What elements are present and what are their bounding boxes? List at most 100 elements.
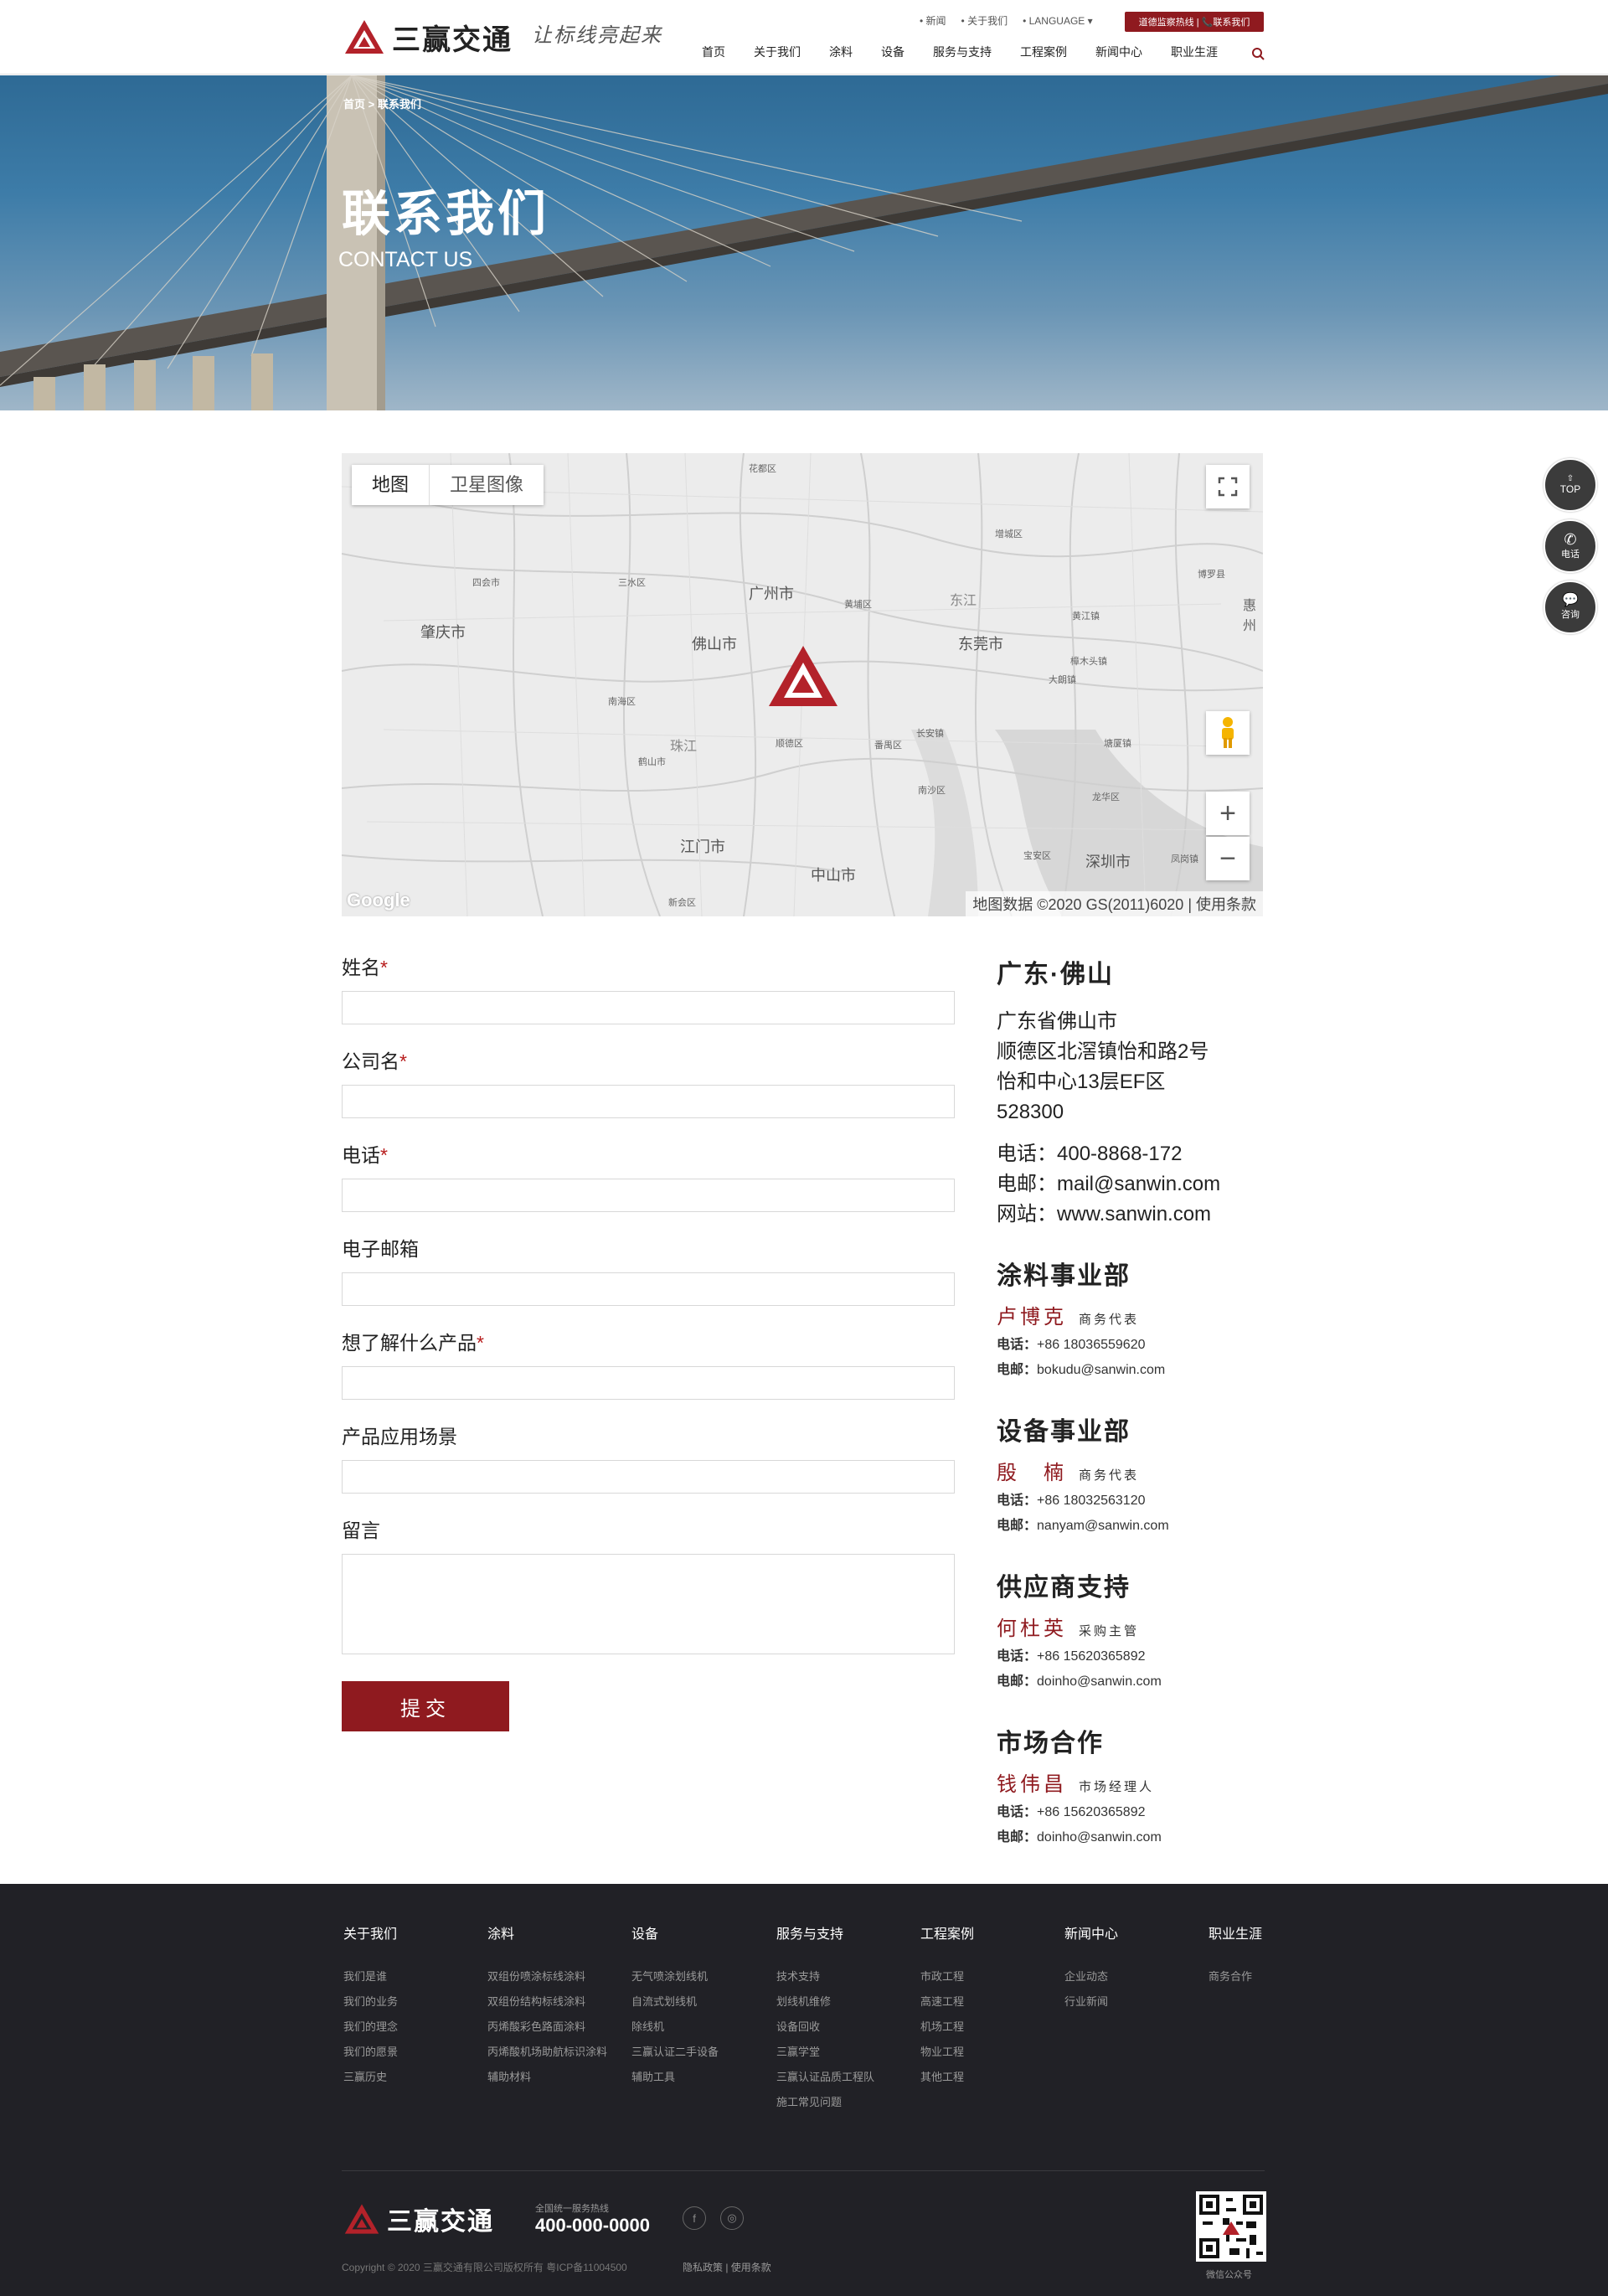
fullscreen-button[interactable]: [1206, 465, 1250, 508]
footer-link[interactable]: 高速工程: [920, 1989, 974, 2015]
instagram-icon[interactable]: ◎: [720, 2206, 744, 2230]
side-consult-button[interactable]: 💬 咨询: [1544, 580, 1597, 634]
location-map[interactable]: 广州市 佛山市 东莞市 肇庆市 江门市 中山市 深圳市 花都区 增城区 博罗县 …: [342, 453, 1263, 916]
contact-email[interactable]: doinho@sanwin.com: [1037, 1674, 1162, 1689]
tab-map[interactable]: 地图: [352, 465, 429, 505]
nav-home[interactable]: 首页: [702, 44, 725, 60]
nav-coatings[interactable]: 涂料: [829, 44, 853, 60]
map-attribution[interactable]: 地图数据 ©2020 GS(2011)6020 | 使用条款: [966, 891, 1263, 916]
contact-role: 采购主管: [1079, 1624, 1140, 1638]
footer-link[interactable]: 三赢学堂: [776, 2040, 874, 2065]
footer-link[interactable]: 我们的业务: [343, 1989, 398, 2015]
footer-link[interactable]: 设备回收: [776, 2015, 874, 2040]
privacy-links[interactable]: 隐私政策 | 使用条款: [683, 2260, 771, 2274]
footer-link[interactable]: 三赢认证品质工程队: [776, 2065, 874, 2090]
contact-phone[interactable]: +86 18036559620: [1037, 1338, 1145, 1352]
footer-link[interactable]: 技术支持: [776, 1964, 874, 1989]
footer-column-title[interactable]: 关于我们: [343, 1922, 398, 1943]
footer-link[interactable]: 丙烯酸机场助航标识涂料: [487, 2040, 607, 2065]
footer-link[interactable]: 施工常见问题: [776, 2090, 874, 2115]
footer-column-title[interactable]: 设备: [631, 1922, 719, 1943]
contact-phone[interactable]: +86 18032563120: [1037, 1494, 1145, 1508]
footer-column: 新闻中心 企业动态 行业新闻: [1064, 1922, 1118, 2015]
product-field[interactable]: [342, 1366, 955, 1400]
footer-link[interactable]: 丙烯酸彩色路面涂料: [487, 2015, 607, 2040]
footer-column-title[interactable]: 涂料: [487, 1922, 607, 1943]
facebook-icon[interactable]: f: [683, 2206, 706, 2230]
footer-link[interactable]: 企业动态: [1064, 1964, 1118, 1989]
footer-link[interactable]: 我们是谁: [343, 1964, 398, 1989]
footer-link[interactable]: 机场工程: [920, 2015, 974, 2040]
footer-link[interactable]: 自流式划线机: [631, 1989, 719, 2015]
nav-service[interactable]: 服务与支持: [933, 44, 992, 60]
top-link-about[interactable]: • 关于我们: [961, 13, 1008, 28]
footer-link[interactable]: 三赢历史: [343, 2065, 398, 2090]
nav-cases[interactable]: 工程案例: [1020, 44, 1067, 60]
footer-link[interactable]: 市政工程: [920, 1964, 974, 1989]
footer-link[interactable]: 划线机维修: [776, 1989, 874, 2015]
tab-satellite[interactable]: 卫星图像: [429, 465, 544, 505]
footer-link[interactable]: 辅助工具: [631, 2065, 719, 2090]
nav-equipment[interactable]: 设备: [881, 44, 904, 60]
nav-career[interactable]: 职业生涯: [1171, 44, 1218, 60]
back-to-top-button[interactable]: ⇧ TOP: [1544, 458, 1597, 512]
street-view-button[interactable]: [1206, 711, 1250, 755]
map-label-small: 宝安区: [1023, 851, 1051, 861]
footer-column-title[interactable]: 职业生涯: [1209, 1922, 1262, 1943]
footer-link[interactable]: 我们的愿景: [343, 2040, 398, 2065]
map-label-small: 黄江镇: [1072, 611, 1100, 622]
zoom-out-button[interactable]: −: [1206, 837, 1250, 880]
contact-role: 市场经理人: [1079, 1780, 1155, 1794]
contact-email[interactable]: nanyam@sanwin.com: [1037, 1519, 1169, 1533]
fullscreen-icon: [1218, 477, 1238, 497]
top-link-news[interactable]: • 新闻: [920, 13, 946, 28]
hotline-contact-button[interactable]: 道德监察热线 | 📞联系我们: [1125, 12, 1264, 32]
side-phone-button[interactable]: ✆ 电话: [1544, 519, 1597, 573]
footer-link[interactable]: 双组份喷涂标线涂料: [487, 1964, 607, 1989]
footer-link[interactable]: 行业新闻: [1064, 1989, 1118, 2015]
phone-field[interactable]: [342, 1179, 955, 1212]
footer-link[interactable]: 其他工程: [920, 2065, 974, 2090]
contact-person: 殷 楠: [997, 1462, 1067, 1484]
footer-column-title[interactable]: 新闻中心: [1064, 1922, 1118, 1943]
submit-button[interactable]: 提交: [342, 1681, 509, 1731]
nav-about[interactable]: 关于我们: [754, 44, 801, 60]
form-label-company: 公司名*: [342, 1050, 407, 1072]
footer-hotline-number[interactable]: 400-000-0000: [535, 2215, 650, 2237]
location-marker-icon[interactable]: [767, 644, 839, 709]
footer-link[interactable]: 三赢认证二手设备: [631, 2040, 719, 2065]
message-textarea[interactable]: [342, 1554, 955, 1654]
footer-column-title[interactable]: 工程案例: [920, 1922, 974, 1943]
company-field[interactable]: [342, 1085, 955, 1118]
main-website[interactable]: 网站：www.sanwin.com: [997, 1200, 1220, 1230]
breadcrumb[interactable]: 首页 > 联系我们: [343, 95, 421, 111]
footer-link[interactable]: 双组份结构标线涂料: [487, 1989, 607, 2015]
nav-news[interactable]: 新闻中心: [1095, 44, 1142, 60]
footer-link[interactable]: 我们的理念: [343, 2015, 398, 2040]
map-label-small: 樟木头镇: [1070, 657, 1107, 667]
footer-link[interactable]: 辅助材料: [487, 2065, 607, 2090]
name-field[interactable]: [342, 991, 955, 1024]
address-line: 怡和中心13层EF区: [997, 1071, 1166, 1093]
contact-phone[interactable]: +86 15620365892: [1037, 1649, 1145, 1664]
contact-email[interactable]: doinho@sanwin.com: [1037, 1830, 1162, 1845]
scenario-field[interactable]: [342, 1460, 955, 1494]
search-icon[interactable]: [1251, 47, 1265, 60]
footer-link[interactable]: 商务合作: [1209, 1964, 1262, 1989]
top-link-language[interactable]: • LANGUAGE ▾: [1023, 15, 1093, 27]
department-title: 市场合作: [997, 1730, 1104, 1757]
footer-link[interactable]: 无气喷涂划线机: [631, 1964, 719, 1989]
footer-column-title[interactable]: 服务与支持: [776, 1922, 874, 1943]
zoom-in-button[interactable]: +: [1206, 792, 1250, 835]
site-logo[interactable]: 三赢交通: [343, 17, 519, 57]
main-email[interactable]: 电邮：mail@sanwin.com: [997, 1169, 1220, 1200]
footer-link[interactable]: 除线机: [631, 2015, 719, 2040]
map-label: 肇庆市: [420, 624, 466, 641]
contact-email[interactable]: bokudu@sanwin.com: [1037, 1363, 1165, 1377]
department-block: 市场合作 钱伟昌 市场经理人 电话：+86 15620365892 电邮：doin…: [997, 1722, 1162, 1850]
footer-link[interactable]: 物业工程: [920, 2040, 974, 2065]
main-phone[interactable]: 电话：400-8868-172: [997, 1139, 1220, 1169]
email-field[interactable]: [342, 1272, 955, 1306]
contact-phone[interactable]: +86 15620365892: [1037, 1805, 1145, 1819]
footer-logo[interactable]: 三赢交通: [343, 2201, 494, 2237]
